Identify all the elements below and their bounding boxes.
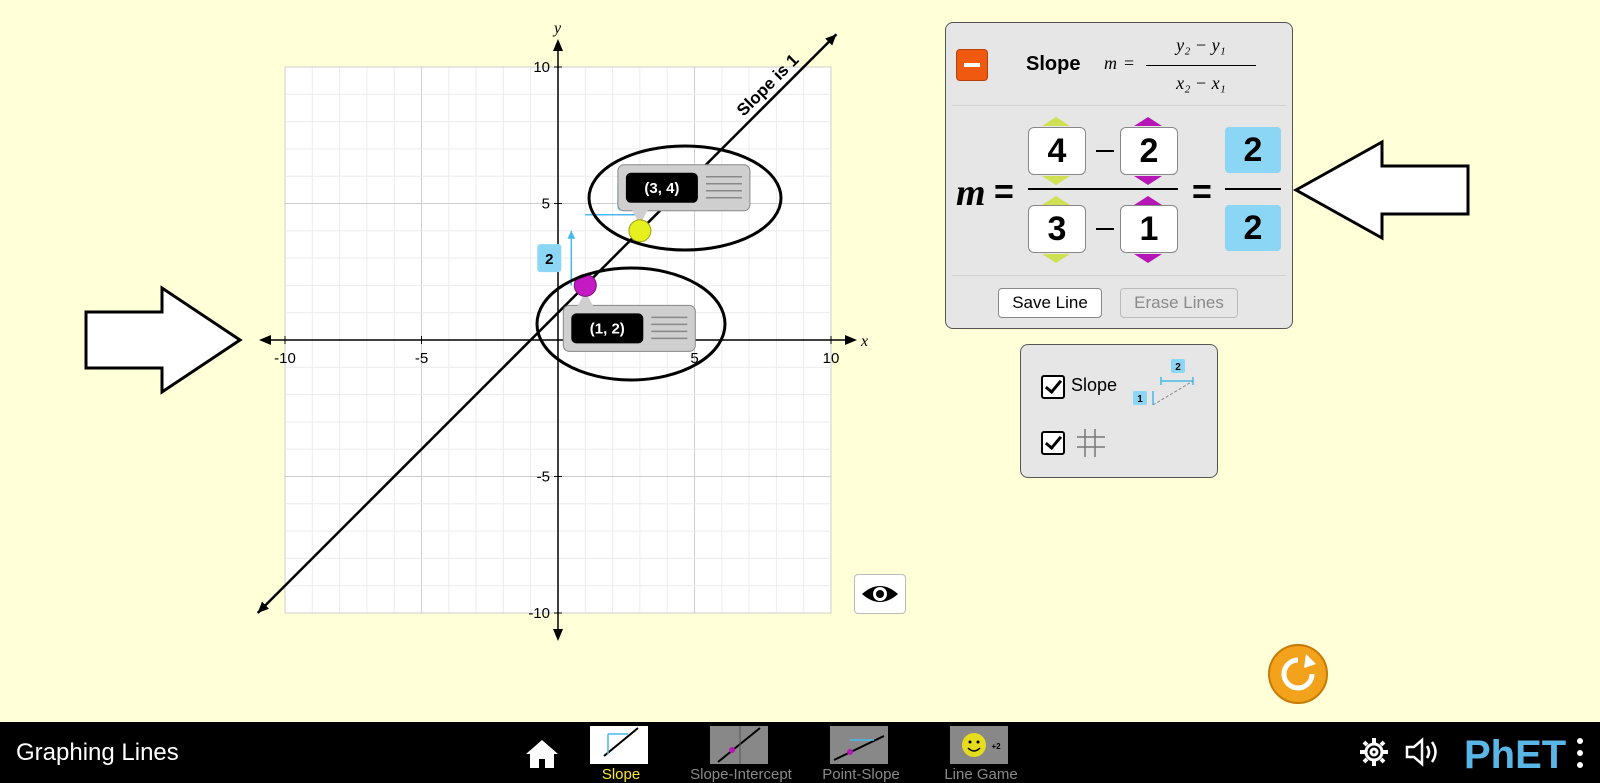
phet-logo[interactable]: PhET xyxy=(1462,730,1568,776)
y2-increment-arrow-icon[interactable] xyxy=(1042,117,1070,126)
formula-m: m xyxy=(1104,53,1117,73)
divider xyxy=(952,105,1286,106)
formula-fraction-bar xyxy=(1146,65,1256,66)
annotation-arrow-right-icon xyxy=(84,285,243,395)
rise-label: 2 xyxy=(545,251,553,268)
x1-decrement-arrow-icon[interactable] xyxy=(1134,254,1162,263)
slope-panel-title: Slope xyxy=(1026,53,1081,75)
grid-checkbox[interactable] xyxy=(1041,431,1065,455)
x-axis-left-arrow-icon xyxy=(259,335,271,345)
x-axis-right-arrow-icon xyxy=(845,335,857,345)
y1-increment-arrow-icon[interactable] xyxy=(1134,117,1162,126)
reset-icon xyxy=(1281,654,1316,691)
formula-denominator: x₂ − x₁ xyxy=(1176,73,1226,93)
y-tick-label: 10 xyxy=(533,59,550,76)
x2-increment-arrow-icon[interactable] xyxy=(1042,196,1070,205)
y-tick-label: -10 xyxy=(528,605,550,622)
point-slope-screen-icon xyxy=(830,726,888,764)
y1-value[interactable]: 2 xyxy=(1120,127,1178,175)
result-equals: = xyxy=(1192,173,1212,211)
x1-value[interactable]: 1 xyxy=(1120,205,1178,253)
numerator-minus-sign xyxy=(1096,150,1114,152)
legend-run-label: 2 xyxy=(1175,362,1181,373)
x2-decrement-arrow-icon[interactable] xyxy=(1042,254,1070,263)
y1-decrement-arrow-icon[interactable] xyxy=(1134,176,1162,185)
formula-equals: = xyxy=(1124,53,1135,73)
app-title: Graphing Lines xyxy=(16,739,179,766)
reset-all-button[interactable] xyxy=(1268,644,1328,704)
navigation-bar: Graphing Lines Slope Slope-Intercept Poi… xyxy=(0,722,1600,783)
y-axis-down-arrow-icon xyxy=(553,629,563,641)
x2-value[interactable]: 3 xyxy=(1028,205,1086,253)
y-tick-label: -5 xyxy=(537,469,550,486)
x1-increment-arrow-icon[interactable] xyxy=(1134,196,1162,205)
formula-numerator: y₂ − y₁ xyxy=(1176,35,1226,55)
line-game-screen-icon: +2 xyxy=(950,726,1008,764)
show-hide-line-button[interactable] xyxy=(854,574,906,614)
annotation-arrow-left-icon xyxy=(1292,139,1470,241)
slope-screen-icon xyxy=(590,726,648,764)
tab-slope-intercept[interactable]: Slope-Intercept xyxy=(686,724,796,783)
result-numerator: 2 xyxy=(1225,127,1281,173)
x-tick-label: 10 xyxy=(823,350,840,367)
equation-equals: = xyxy=(994,173,1014,211)
legend-rise-label: 1 xyxy=(1137,394,1143,405)
erase-lines-button[interactable]: Erase Lines xyxy=(1120,288,1238,318)
tab-line-game-label: Line Game xyxy=(944,766,1018,783)
y-tick-label: 5 xyxy=(542,196,550,213)
slope-checkbox[interactable] xyxy=(1041,375,1065,399)
point2-handle[interactable] xyxy=(628,219,652,243)
slope-checkbox-label: Slope xyxy=(1071,375,1118,395)
grid-icon xyxy=(1077,429,1105,457)
equation-fraction-bar xyxy=(1028,188,1178,190)
eye-icon xyxy=(862,586,898,602)
point1-coordinates: (1, 2) xyxy=(590,320,625,337)
options-panel: Slope 2 1 xyxy=(1020,344,1218,478)
menu-more-icon[interactable] xyxy=(1572,734,1588,772)
y-axis-up-arrow-icon xyxy=(553,39,563,51)
x-tick-label: -5 xyxy=(415,350,428,367)
y2-decrement-arrow-icon[interactable] xyxy=(1042,176,1070,185)
x-tick-label: -10 xyxy=(274,350,296,367)
settings-gear-icon[interactable] xyxy=(1358,736,1390,768)
result-fraction-bar xyxy=(1225,188,1281,190)
equation-m: m xyxy=(956,172,986,214)
collapse-panel-button[interactable] xyxy=(956,49,988,81)
slope-legend-icon: 2 1 xyxy=(1133,359,1194,406)
result-denominator: 2 xyxy=(1225,205,1281,251)
slope-panel: Slope m = y₂ − y₁ x₂ − x₁ m = 4 2 3 1 = … xyxy=(945,22,1293,329)
point2-coordinates: (3, 4) xyxy=(644,180,679,197)
denominator-minus-sign xyxy=(1096,228,1114,230)
save-line-button[interactable]: Save Line xyxy=(998,288,1102,318)
graph-area: -10-5510105-5-10 x y Slope is 1 2 2 (3, … xyxy=(84,20,868,641)
x-axis-label: x xyxy=(860,333,868,350)
svg-text:PhET: PhET xyxy=(1464,733,1566,776)
slope-intercept-screen-icon xyxy=(710,726,768,764)
tab-slope[interactable]: Slope xyxy=(566,724,676,783)
y-axis-label: y xyxy=(552,20,562,37)
y2-value[interactable]: 4 xyxy=(1028,127,1086,175)
divider xyxy=(952,275,1286,276)
game-badge: +2 xyxy=(991,742,1001,751)
tab-point-slope[interactable]: Point-Slope xyxy=(806,724,916,783)
sound-icon[interactable] xyxy=(1404,736,1444,768)
tab-line-game[interactable]: +2 Line Game xyxy=(926,724,1036,783)
